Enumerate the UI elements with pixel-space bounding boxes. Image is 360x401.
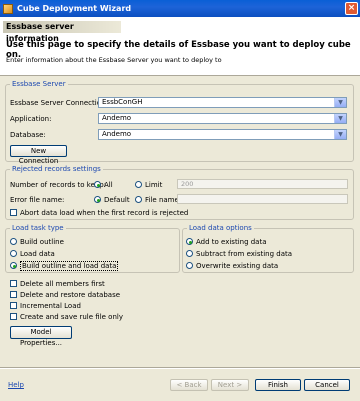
- load-task-legend: Load task type: [12, 224, 64, 232]
- database-value: Andemo: [102, 130, 132, 138]
- help-link[interactable]: Help: [8, 381, 24, 389]
- window-title: Cube Deployment Wizard: [17, 4, 132, 13]
- add-existing-label: Add to existing data: [196, 238, 267, 246]
- app-icon: [3, 3, 13, 14]
- wizard-header: Essbase server information Use this page…: [0, 17, 360, 76]
- database-select[interactable]: Andemo ▼: [98, 129, 347, 140]
- application-label: Application:: [10, 115, 52, 123]
- file-name-label: File name: [145, 196, 179, 204]
- create-rule-label: Create and save rule file only: [20, 313, 123, 321]
- build-outline-label: Build outline: [20, 238, 64, 246]
- load-data-radio[interactable]: [10, 250, 17, 257]
- page-subtext: Enter information about the Essbase Serv…: [6, 56, 222, 64]
- delete-restore-checkbox[interactable]: [10, 291, 17, 298]
- subtract-existing-radio[interactable]: [186, 250, 193, 257]
- incremental-load-checkbox[interactable]: [10, 302, 17, 309]
- file-name-radio[interactable]: [135, 196, 142, 203]
- build-outline-radio[interactable]: [10, 238, 17, 245]
- all-label: All: [104, 181, 113, 189]
- database-label: Database:: [10, 131, 46, 139]
- default-label: Default: [104, 196, 130, 204]
- application-select[interactable]: Andemo ▼: [98, 113, 347, 124]
- add-existing-radio[interactable]: [186, 238, 193, 245]
- load-data-label: Load data: [20, 250, 55, 258]
- error-file-label: Error file name:: [10, 196, 65, 204]
- limit-label: Limit: [145, 181, 163, 189]
- application-value: Andemo: [102, 114, 132, 122]
- abort-checkbox[interactable]: [10, 209, 17, 216]
- create-rule-checkbox[interactable]: [10, 313, 17, 320]
- title-bar: Cube Deployment Wizard ×: [0, 0, 360, 17]
- incremental-load-label: Incremental Load: [20, 302, 81, 310]
- delete-all-label: Delete all members first: [20, 280, 105, 288]
- back-button[interactable]: < Back: [170, 379, 208, 391]
- file-name-input[interactable]: [177, 194, 348, 204]
- overwrite-existing-radio[interactable]: [186, 262, 193, 269]
- connection-select[interactable]: EssbConGH ▼: [98, 97, 347, 108]
- limit-radio[interactable]: [135, 181, 142, 188]
- essbase-server-legend: Essbase Server: [12, 80, 66, 88]
- connection-value: EssbConGH: [102, 98, 143, 106]
- delete-restore-label: Delete and restore database: [20, 291, 121, 299]
- model-properties-button[interactable]: Model Properties...: [10, 326, 72, 347]
- cancel-button[interactable]: Cancel: [304, 379, 350, 391]
- abort-label: Abort data load when the first record is…: [20, 209, 189, 217]
- overwrite-existing-label: Overwrite existing data: [196, 262, 279, 270]
- new-connection-button[interactable]: New Connection: [10, 145, 67, 165]
- build-and-load-radio[interactable]: [10, 262, 17, 269]
- wizard-footer: Help < Back Next > Finish Cancel: [0, 368, 360, 401]
- limit-input[interactable]: 200: [177, 179, 348, 189]
- all-radio[interactable]: [94, 181, 101, 188]
- chevron-down-icon[interactable]: ▼: [334, 98, 346, 107]
- delete-all-checkbox[interactable]: [10, 280, 17, 287]
- page-title: Essbase server information: [3, 21, 121, 43]
- rejected-records-legend: Rejected records settings: [12, 165, 101, 173]
- chevron-down-icon[interactable]: ▼: [334, 130, 346, 139]
- close-icon[interactable]: ×: [345, 2, 358, 15]
- default-radio[interactable]: [94, 196, 101, 203]
- records-keep-label: Number of records to keep:: [10, 181, 107, 189]
- subtract-existing-label: Subtract from existing data: [196, 250, 293, 258]
- connection-label: Essbase Server Connection:: [10, 99, 108, 107]
- next-button[interactable]: Next >: [211, 379, 249, 391]
- build-and-load-label: Build outline and load data: [20, 261, 119, 271]
- load-data-options-legend: Load data options: [189, 224, 252, 232]
- chevron-down-icon[interactable]: ▼: [334, 114, 346, 123]
- finish-button[interactable]: Finish: [255, 379, 301, 391]
